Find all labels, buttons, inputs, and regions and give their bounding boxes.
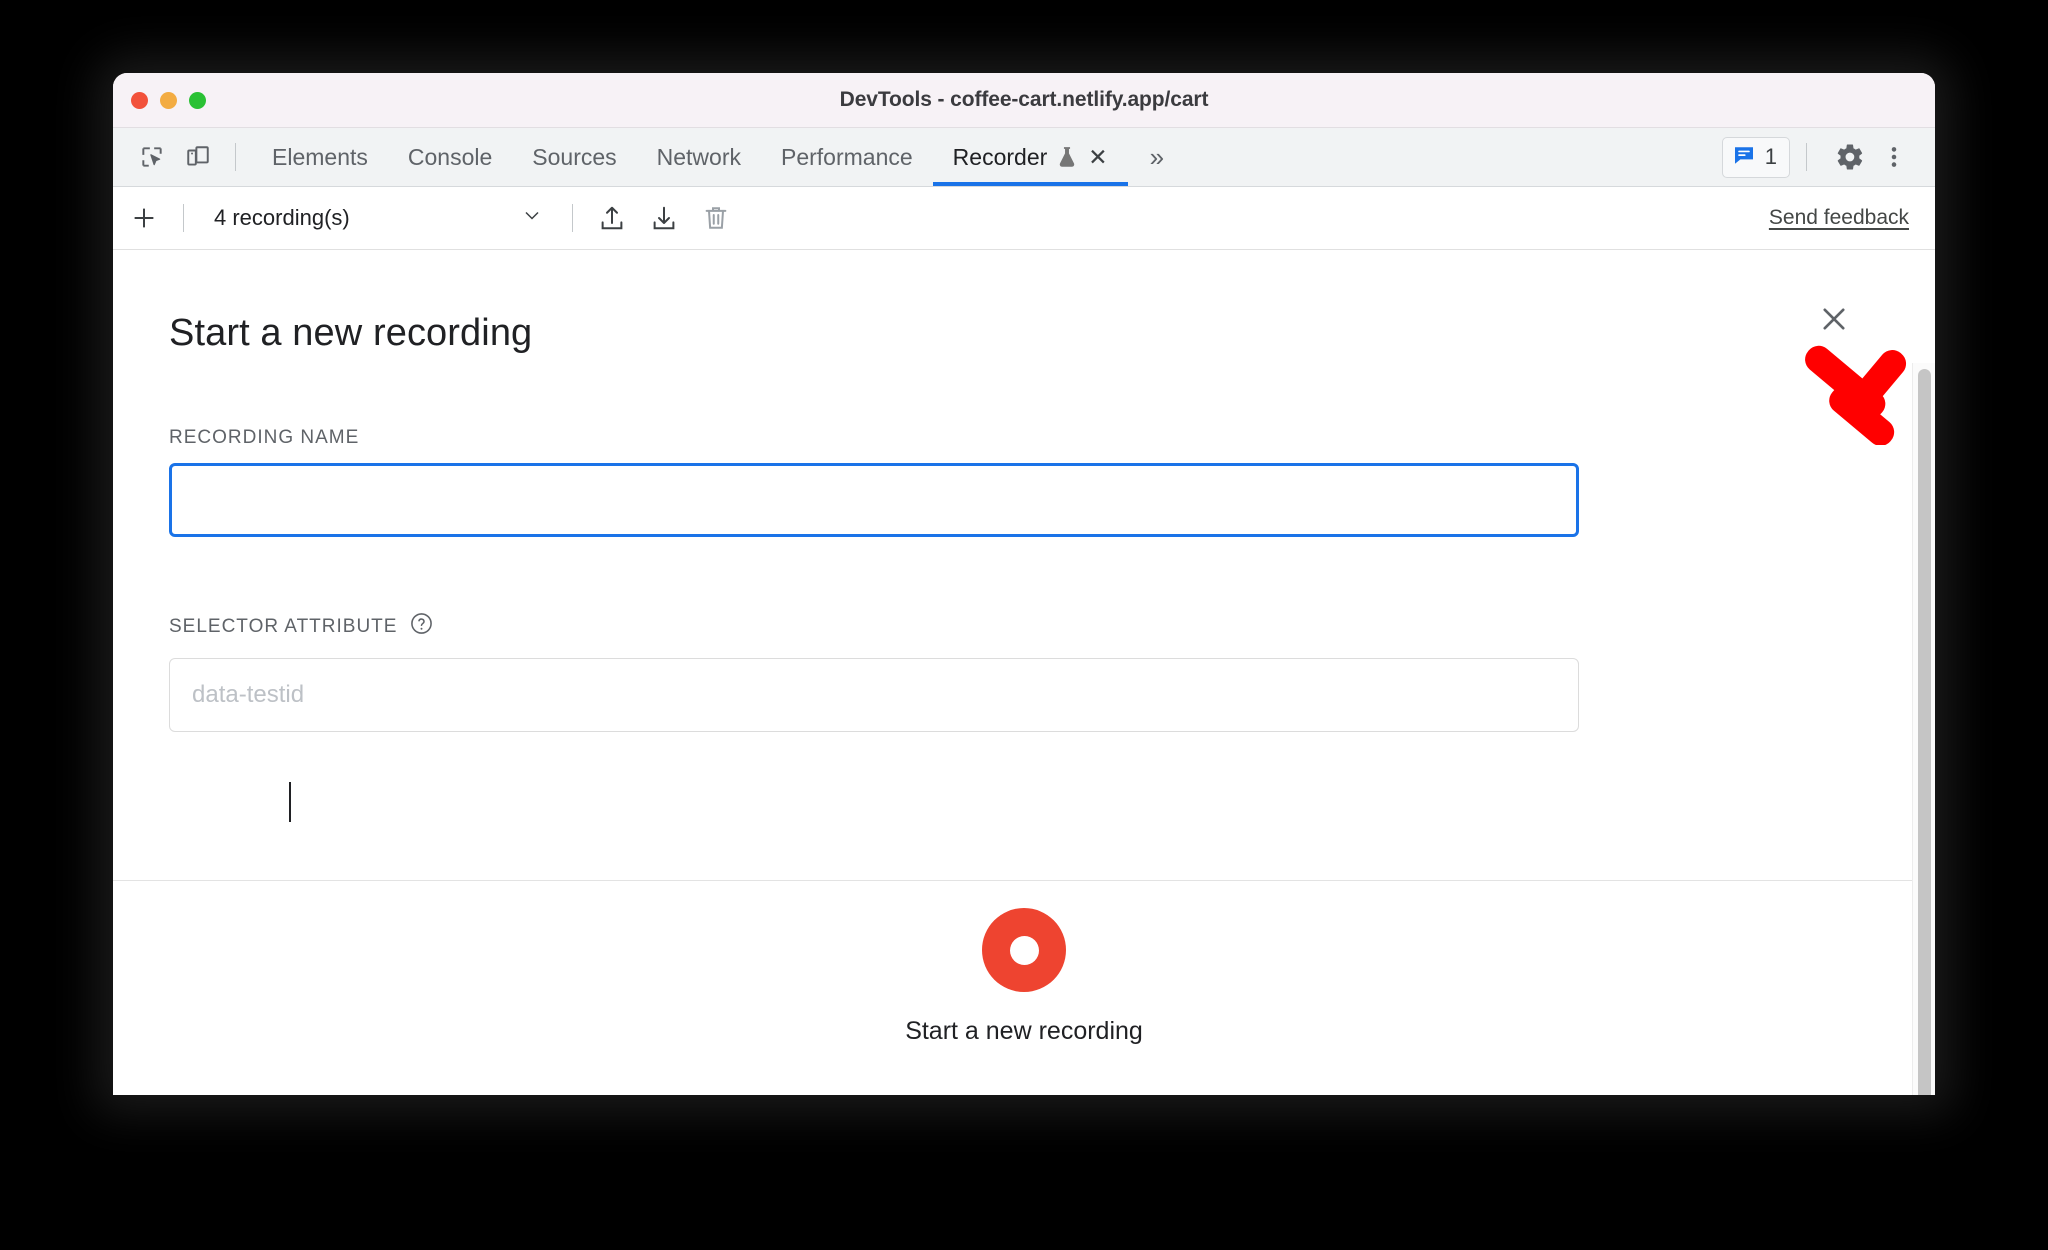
panel-scrollbar[interactable] xyxy=(1912,363,1935,1095)
chevron-right-more-tabs-icon[interactable]: » xyxy=(1140,142,1174,173)
send-feedback-link[interactable]: Send feedback xyxy=(1769,206,1909,230)
tab-sources[interactable]: Sources xyxy=(512,129,636,186)
help-question-icon[interactable] xyxy=(409,611,434,642)
page-title: Start a new recording xyxy=(169,312,533,354)
window-title-bar: DevTools - coffee-cart.netlify.app/cart xyxy=(113,73,1935,128)
issues-message-icon xyxy=(1732,143,1756,172)
tab-elements[interactable]: Elements xyxy=(252,129,388,186)
record-donut-icon xyxy=(982,908,1066,992)
export-upload-icon[interactable] xyxy=(589,195,635,241)
new-recording-form: Start a new recording RECORDING NAME SEL… xyxy=(113,250,1935,732)
form-field-spacer xyxy=(169,537,1839,611)
right-actions-divider xyxy=(1806,143,1807,171)
import-download-icon[interactable] xyxy=(641,195,687,241)
tab-label: Sources xyxy=(532,143,617,170)
inspect-element-icon[interactable] xyxy=(131,136,173,178)
kebab-menu-icon[interactable] xyxy=(1873,136,1915,178)
tab-label: Console xyxy=(407,143,493,170)
toolbar-divider-1 xyxy=(183,204,184,232)
plus-icon[interactable] xyxy=(121,195,167,241)
start-recording-label: Start a new recording xyxy=(905,1017,1143,1045)
tab-performance[interactable]: Performance xyxy=(761,129,933,186)
tab-label: Recorder xyxy=(952,143,1048,170)
selector-attribute-input[interactable] xyxy=(169,658,1579,732)
tab-recorder[interactable]: Recorder ✕ xyxy=(932,129,1128,186)
panel-section-divider xyxy=(113,880,1935,881)
chevron-down-icon xyxy=(520,203,544,233)
recordings-dropdown[interactable]: 4 recording(s) xyxy=(200,196,556,240)
close-icon[interactable]: ✕ xyxy=(1088,145,1107,169)
recorder-new-recording-panel: Start a new recording RECORDING NAME SEL… xyxy=(113,250,1935,1095)
recorder-toolbar: 4 recording(s) Send feedback xyxy=(113,187,1935,250)
recording-name-label-text: RECORDING NAME xyxy=(169,427,360,448)
trash-delete-icon[interactable] xyxy=(693,195,739,241)
tab-label: Network xyxy=(656,143,741,170)
devtools-window: DevTools - coffee-cart.netlify.app/cart … xyxy=(113,73,1935,1095)
recording-name-input[interactable] xyxy=(169,463,1579,537)
recordings-count-label: 4 recording(s) xyxy=(214,205,350,230)
tab-console[interactable]: Console xyxy=(388,129,512,186)
issues-count: 1 xyxy=(1764,144,1777,169)
selector-attribute-label: SELECTOR ATTRIBUTE xyxy=(169,611,1839,642)
window-title: DevTools - coffee-cart.netlify.app/cart xyxy=(839,88,1209,111)
flask-icon xyxy=(1056,145,1078,169)
device-toolbar-icon[interactable] xyxy=(177,136,219,178)
start-recording-button[interactable]: Start a new recording xyxy=(113,908,1935,1046)
tabstrip-right-actions: 1 xyxy=(1721,136,1935,178)
selector-attribute-label-text: SELECTOR ATTRIBUTE xyxy=(169,615,398,637)
scrollbar-thumb[interactable] xyxy=(1918,369,1931,1095)
recording-name-label: RECORDING NAME xyxy=(169,427,1839,449)
toolbar-divider-2 xyxy=(572,204,573,232)
gear-icon[interactable] xyxy=(1829,136,1871,178)
close-icon[interactable] xyxy=(1811,296,1857,342)
tab-label: Elements xyxy=(272,143,368,170)
tabstrip-divider xyxy=(235,143,236,171)
tab-network[interactable]: Network xyxy=(637,129,761,186)
tab-label: Performance xyxy=(781,143,913,170)
devtools-tab-strip: Elements Console Sources Network Perform… xyxy=(113,128,1935,187)
text-cursor xyxy=(289,782,291,822)
issues-counter-button[interactable]: 1 xyxy=(1721,136,1790,178)
